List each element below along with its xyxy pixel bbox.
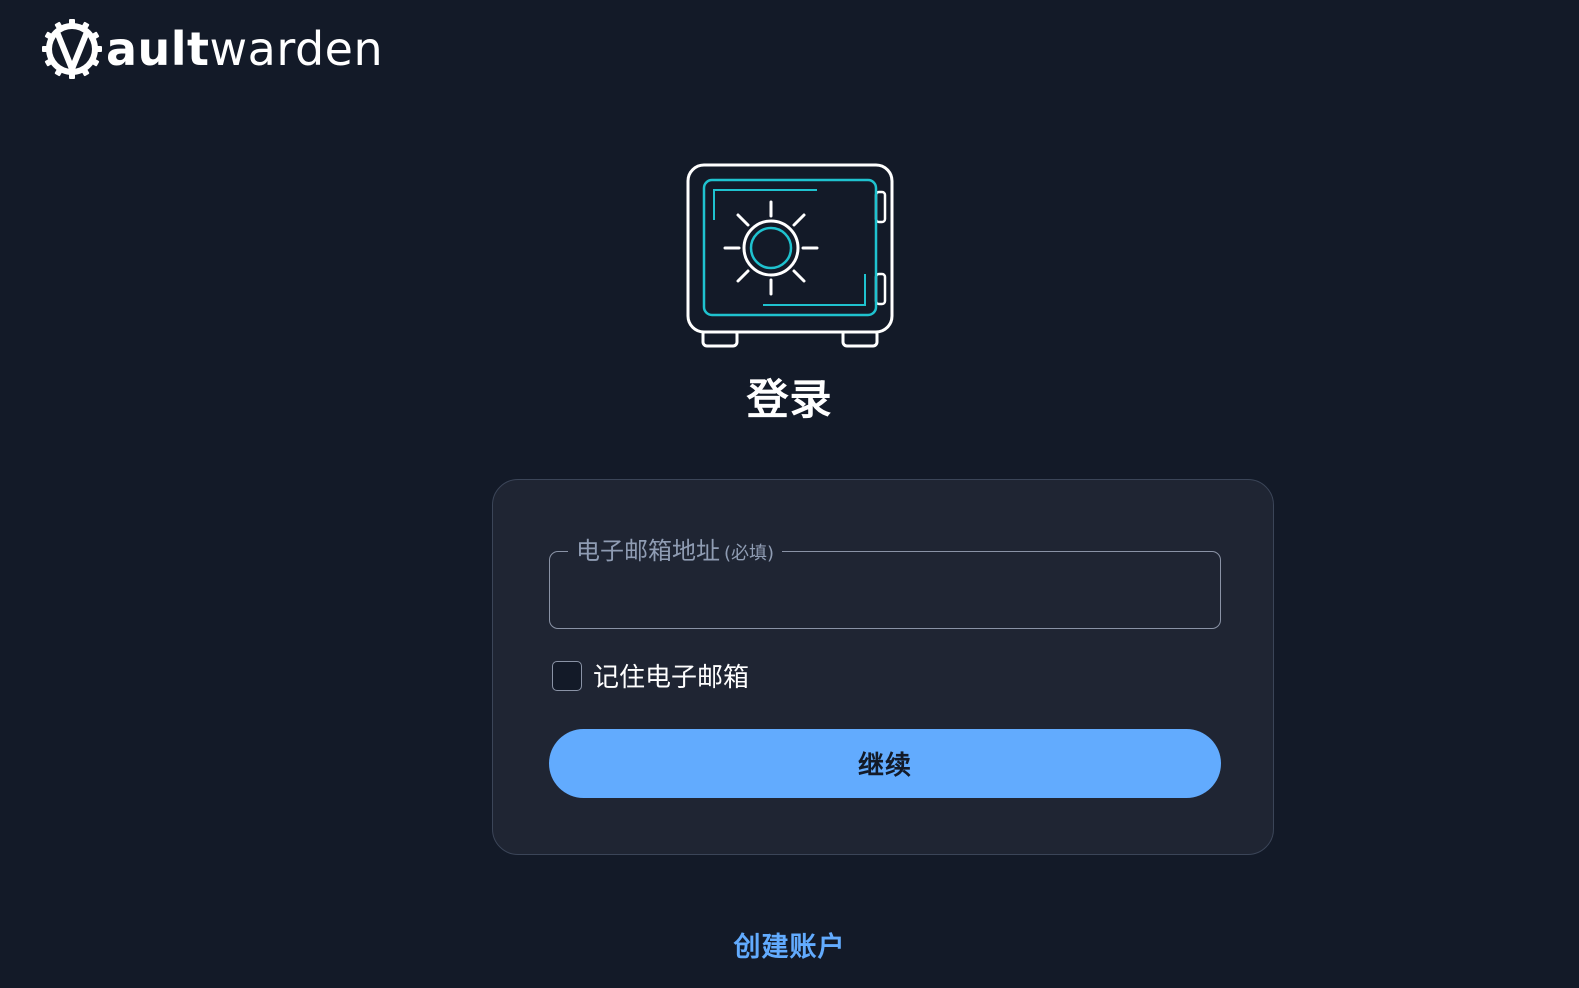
logo-wordmark-light: warden	[209, 22, 384, 76]
remember-email-row[interactable]: 记住电子邮箱	[552, 657, 749, 694]
email-label-text: 电子邮箱地址	[576, 537, 720, 565]
remember-email-label[interactable]: 记住电子邮箱	[593, 657, 749, 694]
email-required-hint: (必填)	[724, 543, 775, 564]
logo-wordmark: aultwarden	[106, 26, 383, 72]
vault-safe-icon	[686, 163, 893, 348]
vaultwarden-gear-icon	[42, 19, 102, 79]
page-title: 登录	[746, 375, 833, 424]
logo-wordmark-bold: ault	[106, 22, 210, 76]
email-field-label: 电子邮箱地址 (必填)	[568, 537, 783, 568]
login-card: 电子邮箱地址 (必填) 记住电子邮箱 继续	[492, 479, 1274, 855]
hero: 登录	[0, 162, 1579, 427]
remember-email-checkbox[interactable]	[552, 660, 582, 691]
email-field: 电子邮箱地址 (必填)	[549, 537, 1221, 629]
vaultwarden-logo[interactable]: aultwarden	[40, 16, 383, 82]
continue-button[interactable]: 继续	[549, 729, 1221, 798]
email-input[interactable]	[564, 572, 1208, 618]
create-account-link[interactable]: 创建账户	[0, 925, 1579, 964]
